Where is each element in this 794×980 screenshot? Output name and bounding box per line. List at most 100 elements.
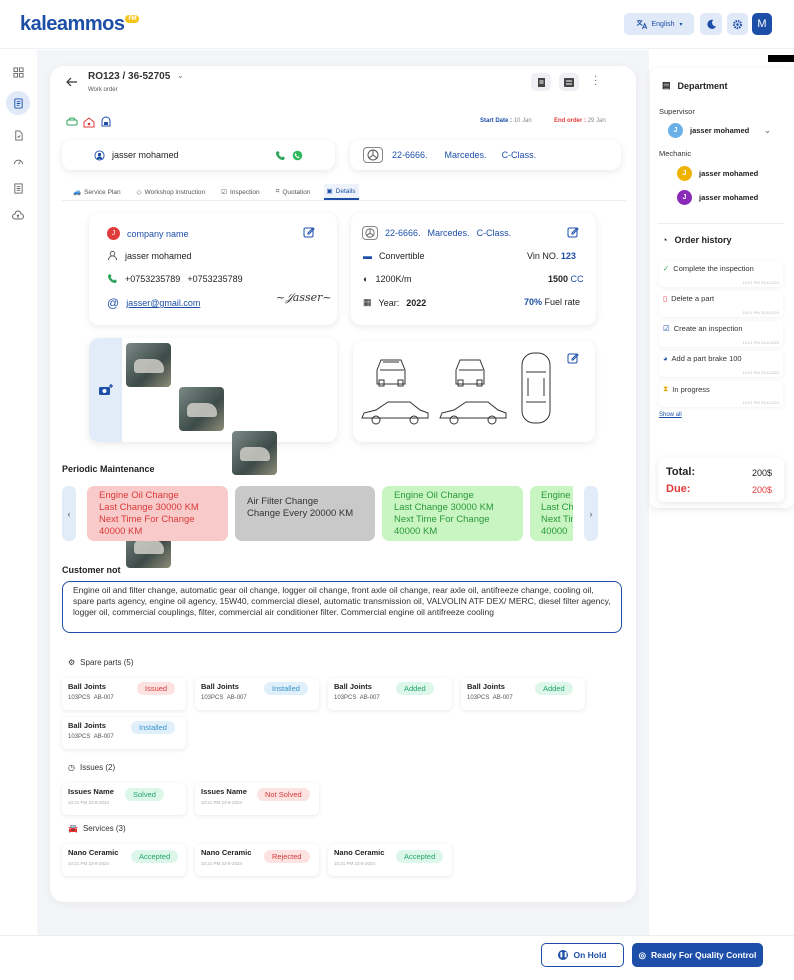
nav-work-orders-icon[interactable]: [6, 91, 30, 115]
spare-parts-header: ⚙ Spare parts (5): [68, 658, 134, 667]
part-icon: ◕: [663, 354, 668, 363]
red-home-icon: [83, 116, 95, 128]
scroll-right-button[interactable]: ›: [584, 486, 598, 541]
tag-icon: ◇: [136, 189, 142, 196]
tab-workshop-instruction[interactable]: ◇ Workshop instruction: [134, 185, 209, 199]
totals-card: [658, 458, 784, 502]
history-item: ▯ Delete a part 10:21 PM 23-8-2024: [659, 291, 783, 317]
history-item: ☑ Create an inspection 10:21 PM 23-8-2024: [659, 321, 783, 347]
maintenance-card[interactable]: Air Filter Change Change Every 20000 KM: [235, 486, 375, 541]
avatar: J: [677, 166, 692, 181]
status-badge: Not Solved: [257, 788, 310, 801]
tab-quotation[interactable]: ⌗ Quotation: [273, 185, 314, 199]
add-photo-button[interactable]: [89, 338, 122, 442]
service-item[interactable]: Nano Ceramic 10:21 PM 23-8-2024 Accepted: [328, 844, 452, 876]
tab-inspection[interactable]: ☑ Inspection: [218, 185, 262, 199]
email-row: @ jasser@gmail.com: [107, 296, 200, 310]
vehicle-model: C-Class.: [501, 150, 537, 160]
clipboard-icon: [537, 77, 546, 87]
issues-header: ◷ Issues (2): [68, 763, 116, 772]
issue-item[interactable]: Issues Name 10:21 PM 23-8-2024 Not Solved: [195, 783, 319, 815]
nav-list-icon[interactable]: [9, 179, 27, 197]
issue-item[interactable]: Issues Name 10:21 PM 23-8-2024 Solved: [62, 783, 186, 815]
tab-divider: [62, 200, 626, 201]
car-outline-diagram[interactable]: [360, 350, 560, 430]
car-view-button[interactable]: [559, 73, 579, 91]
service-item[interactable]: Nano Ceramic 10:21 PM 23-8-2024 Rejected: [195, 844, 319, 876]
calendar-icon: ▦: [363, 297, 372, 307]
scroll-left-button[interactable]: ‹: [62, 486, 76, 541]
status-badge: Accepted: [396, 850, 444, 863]
history-title: ◔ Order history: [662, 235, 732, 245]
edit-icon[interactable]: [303, 226, 315, 238]
status-badge: Solved: [125, 788, 164, 801]
user-circle-icon: [94, 149, 105, 161]
status-badge: Rejected: [264, 850, 310, 863]
gear-icon: [732, 19, 743, 30]
spare-part-item[interactable]: Ball Joints 103PCS AB-007 Added: [328, 678, 452, 710]
language-select[interactable]: English ▾: [624, 13, 694, 35]
nav-dashboard-icon[interactable]: [9, 63, 27, 81]
back-arrow-icon[interactable]: [66, 77, 78, 87]
more-menu-icon[interactable]: · · ·: [594, 72, 597, 90]
vehicle-photo[interactable]: [232, 431, 277, 475]
service-item[interactable]: Nano Ceramic 10:21 PM 23-8-2024 Accepted: [62, 844, 186, 876]
spare-part-item[interactable]: Ball Joints 103PCS AB-007 Added: [461, 678, 585, 710]
on-hold-button[interactable]: ❚❚ On Hold: [541, 943, 624, 967]
status-badge: Added: [396, 682, 434, 695]
clipboard-check-icon: ☑: [663, 324, 670, 333]
tab-details[interactable]: ▣ Details: [323, 184, 359, 200]
phone-row: +0753235789 +0753235789: [107, 273, 243, 284]
email-link[interactable]: jasser@gmail.com: [126, 298, 200, 308]
vehicle-photo[interactable]: [179, 387, 224, 431]
nav-cloud-icon[interactable]: [9, 206, 27, 224]
edit-icon[interactable]: [567, 226, 579, 238]
whatsapp-icon[interactable]: [292, 150, 303, 161]
ready-quality-control-button[interactable]: ◎ Ready For Quality Control: [632, 943, 763, 967]
user-avatar[interactable]: M: [752, 13, 772, 35]
customer-note-textarea[interactable]: Engine oil and filter change, automatic …: [62, 581, 622, 633]
show-all-link[interactable]: Show all: [659, 412, 682, 418]
order-subtitle: Work order: [88, 87, 118, 93]
chevron-down-icon[interactable]: ⌄: [177, 71, 184, 80]
print-button[interactable]: [531, 73, 551, 91]
spare-part-item[interactable]: Ball Joints 103PCS AB-007 Installed: [195, 678, 319, 710]
theme-toggle[interactable]: [700, 13, 722, 35]
tab-service-plan[interactable]: 🚙 Service Plan: [70, 185, 124, 199]
spare-part-item[interactable]: Ball Joints 103PCS AB-007 Installed: [62, 717, 186, 749]
black-bar: [768, 55, 794, 62]
vehicle-card: 22-6666. Marcedes. C-Class.: [350, 140, 621, 170]
spare-part-item[interactable]: Ball Joints 103PCS AB-007 Issued: [62, 678, 186, 710]
vehicle-title-row: 22-6666. Marcedes. C-Class.: [362, 226, 511, 240]
status-badge: Issued: [137, 682, 176, 695]
supervisor-select[interactable]: Jjasser mohamed ⌄: [668, 123, 771, 138]
user-icon: [107, 250, 118, 261]
header-divider: [0, 48, 794, 49]
history-item: ⧗ In progress 10:21 PM 23-8-2024: [659, 381, 783, 407]
periodic-title: Periodic Maintenance: [62, 464, 155, 474]
status-icons: [66, 116, 112, 128]
phone-icon[interactable]: [275, 150, 286, 161]
nav-documents-icon[interactable]: [9, 126, 27, 144]
mechanic-item[interactable]: Jjasser mohamed: [677, 166, 758, 181]
maintenance-card[interactable]: Engine Oil Change Last Change 30000 KM Nex…: [382, 486, 523, 541]
maintenance-card[interactable]: Engine Last Ch Next Tir 40000: [530, 486, 573, 541]
vehicle-photo[interactable]: [126, 343, 171, 387]
green-car-icon: [66, 116, 78, 128]
mechanic-item[interactable]: Jjasser mohamed: [677, 190, 758, 205]
vehicle-plate: 22-6666.: [392, 150, 428, 160]
history-icon: ◔: [662, 235, 668, 245]
contact-name-row: jasser mohamed: [107, 250, 192, 261]
nav-gauge-icon[interactable]: [9, 152, 27, 170]
at-icon: @: [107, 296, 120, 310]
moon-icon: [706, 19, 717, 30]
footer-divider: [0, 935, 794, 936]
body-type-row: ▬ Convertible: [363, 251, 425, 261]
vehicle-make: Marcedes.: [444, 150, 487, 160]
due-label: Due:: [666, 483, 691, 495]
maintenance-card[interactable]: Engine Oil Change Last Change 30000 KM Nex…: [87, 486, 228, 541]
settings-button[interactable]: [727, 13, 748, 35]
clock-icon: ◷: [68, 763, 75, 772]
edit-icon[interactable]: [567, 352, 579, 364]
order-title: RO123 / 36-52705: [88, 71, 171, 82]
